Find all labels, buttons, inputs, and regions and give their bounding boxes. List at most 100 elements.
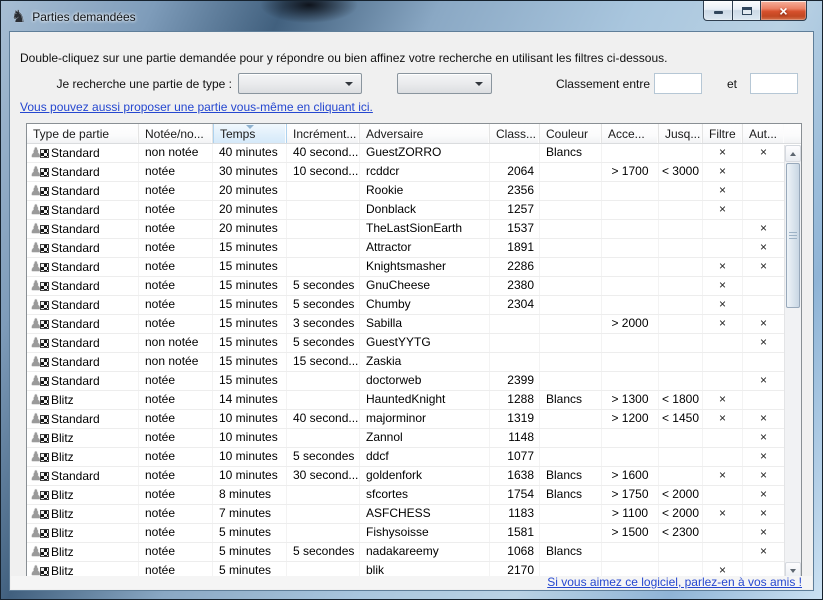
cell-filter-mark xyxy=(703,239,743,257)
table-row[interactable]: ♟ Blitz notée 7 minutes ASFCHESS 1183 > … xyxy=(27,505,801,524)
cell-time: 8 minutes xyxy=(213,486,287,504)
cell-time: 10 minutes xyxy=(213,448,287,466)
table-row[interactable]: ♟ Standard notée 30 minutes 10 second...… xyxy=(27,163,801,182)
cell-rating: 1891 xyxy=(490,239,540,257)
column-header-auto[interactable]: Aut... xyxy=(743,124,784,143)
cell-rated: notée xyxy=(139,239,213,257)
cell-time: 15 minutes xyxy=(213,277,287,295)
minimize-button[interactable] xyxy=(703,1,733,21)
cell-up-to: < 1800 xyxy=(659,391,703,409)
cell-game-type: ♟ Blitz xyxy=(27,448,139,466)
title-bar[interactable]: ♞ Parties demandées xyxy=(2,2,821,31)
cell-increment xyxy=(287,524,360,542)
maximize-button[interactable] xyxy=(732,1,761,21)
table-row[interactable]: ♟ Standard non notée 40 minutes 40 secon… xyxy=(27,144,801,163)
cell-time: 5 minutes xyxy=(213,524,287,542)
cell-up-to xyxy=(659,182,703,200)
instructions-text: Double-cliquez sur une partie demandée p… xyxy=(20,51,667,65)
table-row[interactable]: ♟ Standard notée 10 minutes 30 second...… xyxy=(27,467,801,486)
cell-accept-above xyxy=(602,277,659,295)
tell-your-friends-link[interactable]: Si vous aimez ce logiciel, parlez-en à v… xyxy=(547,575,802,589)
scrollbar-grip-icon xyxy=(789,232,797,240)
table-row[interactable]: ♟ Standard notée 15 minutes 3 secondes S… xyxy=(27,315,801,334)
table-row[interactable]: ♟ Standard non notée 15 minutes 5 second… xyxy=(27,334,801,353)
cell-color xyxy=(540,334,602,352)
cell-color: Blancs xyxy=(540,486,602,504)
column-header-game-type[interactable]: Type de partie xyxy=(27,124,139,143)
table-row[interactable]: ♟ Standard non notée 15 minutes 15 secon… xyxy=(27,353,801,372)
table-row[interactable]: ♟ Standard notée 20 minutes TheLastSionE… xyxy=(27,220,801,239)
cell-rated: notée xyxy=(139,372,213,390)
table-row[interactable]: ♟ Standard notée 20 minutes Donblack 125… xyxy=(27,201,801,220)
table-row[interactable]: ♟ Standard notée 15 minutes Knightsmashe… xyxy=(27,258,801,277)
triangle-up-icon xyxy=(790,152,796,156)
cell-game-type: ♟ Standard xyxy=(27,201,139,219)
column-header-accept-above[interactable]: Acce... xyxy=(602,124,659,143)
table-row[interactable]: ♟ Blitz notée 5 minutes 5 secondes nadak… xyxy=(27,543,801,562)
cell-increment: 15 second... xyxy=(287,353,360,371)
cell-rated: notée xyxy=(139,391,213,409)
table-row[interactable]: ♟ Standard notée 15 minutes 5 secondes G… xyxy=(27,277,801,296)
table-row[interactable]: ♟ Blitz notée 10 minutes Zannol 1148 × xyxy=(27,429,801,448)
cell-opponent: Sabilla xyxy=(360,315,490,333)
cell-rated: non notée xyxy=(139,144,213,162)
cell-filter-mark: × xyxy=(703,258,743,276)
column-header-up-to[interactable]: Jusq... xyxy=(659,124,703,143)
table-row[interactable]: ♟ Standard notée 10 minutes 40 second...… xyxy=(27,410,801,429)
game-type-combobox[interactable] xyxy=(238,73,362,94)
dialog-client-area: Double-cliquez sur une partie demandée p… xyxy=(9,31,814,591)
table-row[interactable]: ♟ Standard notée 15 minutes Attractor 18… xyxy=(27,239,801,258)
column-header-rating[interactable]: Class... xyxy=(490,124,540,143)
column-header-filter[interactable]: Filtre xyxy=(703,124,743,143)
rating-min-input[interactable] xyxy=(654,73,702,94)
table-row[interactable]: ♟ Blitz notée 10 minutes 5 secondes ddcf… xyxy=(27,448,801,467)
table-row[interactable]: ♟ Blitz notée 8 minutes sfcortes 1754 Bl… xyxy=(27,486,801,505)
column-header-opponent[interactable]: Adversaire xyxy=(360,124,490,143)
cell-filter-mark xyxy=(703,543,743,561)
scrollbar-thumb[interactable] xyxy=(786,163,800,308)
cell-filter-mark: × xyxy=(703,467,743,485)
column-header-increment[interactable]: Incrément... xyxy=(287,124,360,143)
cell-accept-above xyxy=(602,220,659,238)
cell-filter-mark xyxy=(703,524,743,542)
column-header-time[interactable]: Temps xyxy=(213,124,287,143)
table-row[interactable]: ♟ Standard notée 15 minutes 5 secondes C… xyxy=(27,296,801,315)
cell-rated: notée xyxy=(139,163,213,181)
cell-time: 30 minutes xyxy=(213,163,287,181)
vertical-scrollbar[interactable] xyxy=(784,145,801,579)
table-row[interactable]: ♟ Blitz notée 5 minutes Fishysoisse 1581… xyxy=(27,524,801,543)
cell-opponent: TheLastSionEarth xyxy=(360,220,490,238)
chess-pawn-board-icon: ♟ xyxy=(30,297,49,313)
cell-up-to xyxy=(659,429,703,447)
cell-time: 15 minutes xyxy=(213,239,287,257)
propose-game-link[interactable]: Vous pouvez aussi proposer une partie vo… xyxy=(20,100,373,114)
table-row[interactable]: ♟ Standard notée 15 minutes doctorweb 23… xyxy=(27,372,801,391)
and-label: et xyxy=(727,77,737,91)
close-button[interactable]: × xyxy=(760,1,807,21)
cell-rating: 2064 xyxy=(490,163,540,181)
cell-game-type: ♟ Standard xyxy=(27,220,139,238)
table-row[interactable]: ♟ Blitz notée 14 minutes HauntedKnight 1… xyxy=(27,391,801,410)
cell-time: 15 minutes xyxy=(213,353,287,371)
cell-rated: notée xyxy=(139,467,213,485)
scrollbar-track[interactable] xyxy=(785,162,801,562)
cell-accept-above: > 1300 xyxy=(602,391,659,409)
cell-rating: 2399 xyxy=(490,372,540,390)
cell-time: 20 minutes xyxy=(213,182,287,200)
cell-game-type: ♟ Standard xyxy=(27,277,139,295)
cell-opponent: Donblack xyxy=(360,201,490,219)
cell-opponent: Knightsmasher xyxy=(360,258,490,276)
time-category-combobox[interactable] xyxy=(397,73,492,94)
cell-color xyxy=(540,429,602,447)
cell-filter-mark xyxy=(703,486,743,504)
status-strip: Si vous aimez ce logiciel, parlez-en à v… xyxy=(11,576,812,589)
cell-up-to xyxy=(659,201,703,219)
cell-time: 15 minutes xyxy=(213,372,287,390)
scroll-up-button[interactable] xyxy=(785,145,801,162)
rating-max-input[interactable] xyxy=(750,73,798,94)
table-row[interactable]: ♟ Standard notée 20 minutes Rookie 2356 … xyxy=(27,182,801,201)
column-header-color[interactable]: Couleur xyxy=(540,124,602,143)
cell-game-type: ♟ Standard xyxy=(27,239,139,257)
column-header-rated[interactable]: Notée/no... xyxy=(139,124,213,143)
cell-game-type: ♟ Blitz xyxy=(27,505,139,523)
